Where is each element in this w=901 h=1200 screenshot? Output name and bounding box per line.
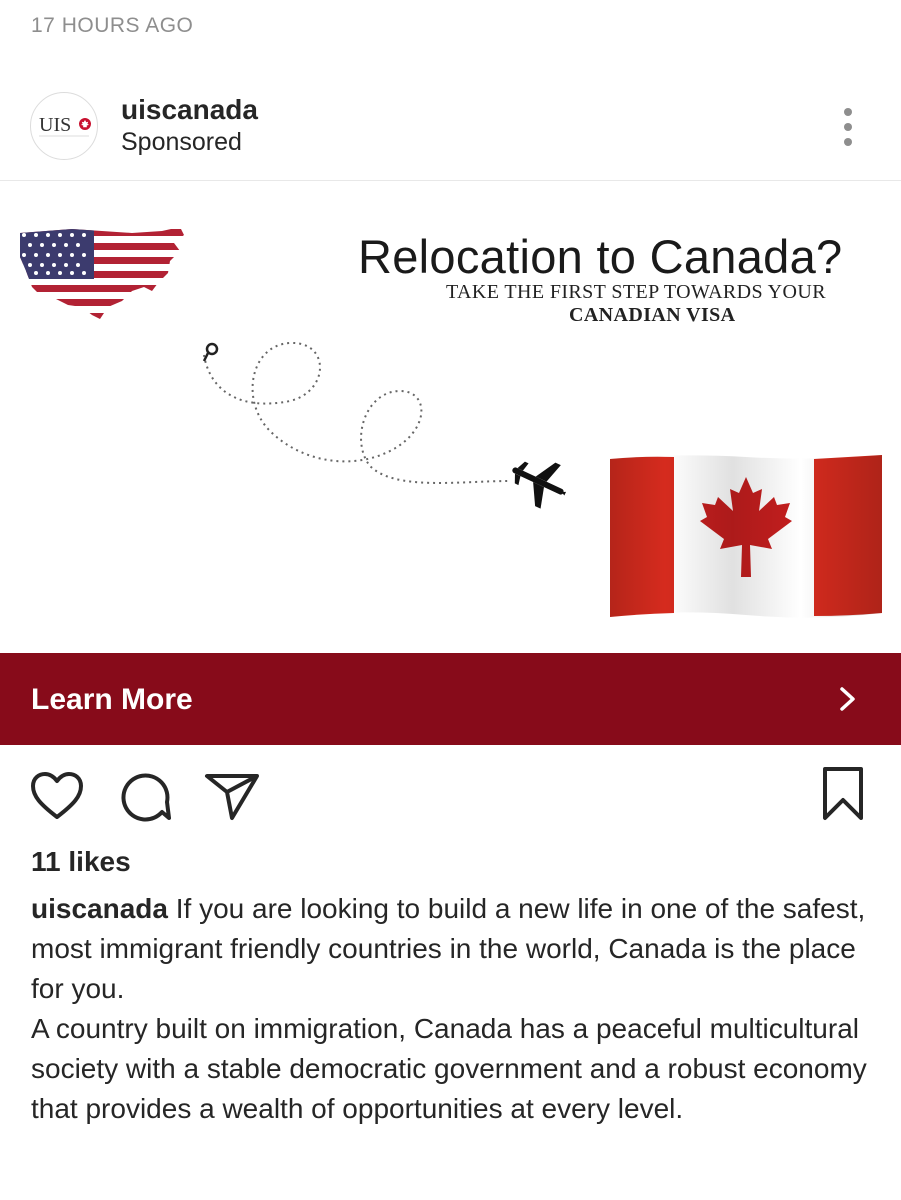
learn-more-button[interactable]: Learn More xyxy=(0,653,901,745)
svg-text:UIS: UIS xyxy=(39,114,71,136)
post-timestamp: 17 HOURS AGO xyxy=(31,14,194,37)
heart-icon[interactable] xyxy=(30,772,84,822)
caption-paragraph-1: uiscanada If you are looking to build a … xyxy=(31,889,881,1009)
ad-subheadline-2: CANADIAN VISA xyxy=(569,304,736,326)
caption-paragraph-2: A country built on immigration, Canada h… xyxy=(31,1013,867,1124)
location-pin-icon xyxy=(202,342,219,362)
post-username[interactable]: uiscanada xyxy=(121,94,258,126)
uis-logo: UIS xyxy=(39,114,91,137)
post-header: UIS uiscanada Sponsored xyxy=(0,80,901,180)
ad-headline: Relocation to Canada? xyxy=(358,230,843,283)
ad-image[interactable]: Relocation to Canada? TAKE THE FIRST STE… xyxy=(0,181,901,653)
more-options-icon[interactable] xyxy=(828,102,868,152)
share-icon[interactable] xyxy=(204,772,260,822)
flight-path-illustration xyxy=(202,341,567,509)
canada-flag xyxy=(610,455,882,618)
usa-flag-map xyxy=(20,227,184,319)
airplane-icon xyxy=(512,461,567,509)
ad-subheadline-1: TAKE THE FIRST STEP TOWARDS YOUR xyxy=(446,281,826,303)
comment-icon[interactable] xyxy=(118,772,172,824)
likes-count[interactable]: 11 likes xyxy=(31,846,131,878)
sponsored-label: Sponsored xyxy=(121,128,242,156)
caption-username[interactable]: uiscanada xyxy=(31,893,168,924)
post-actions xyxy=(0,760,901,830)
post-caption: uiscanada If you are looking to build a … xyxy=(31,889,881,1129)
avatar[interactable]: UIS xyxy=(30,92,98,160)
chevron-right-icon xyxy=(840,687,855,711)
bookmark-icon[interactable] xyxy=(821,766,865,822)
learn-more-label: Learn More xyxy=(31,683,193,716)
